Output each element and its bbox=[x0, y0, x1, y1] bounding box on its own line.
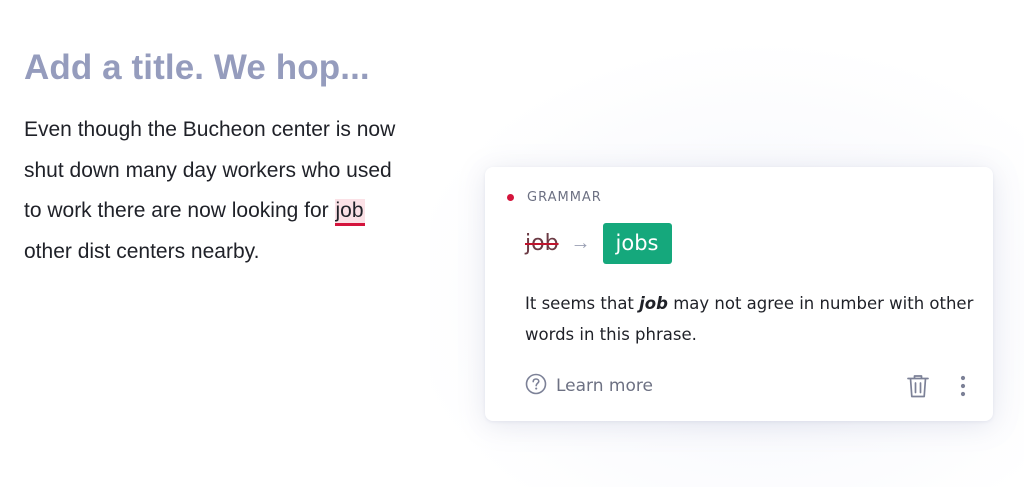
vertical-ellipsis-icon[interactable] bbox=[955, 372, 971, 400]
document-body[interactable]: Even though the Bucheon center is now sh… bbox=[24, 110, 404, 272]
explanation-text-before: It seems that bbox=[525, 294, 640, 313]
error-dot-icon bbox=[507, 194, 514, 201]
original-word: job bbox=[525, 231, 559, 256]
document-title[interactable]: Add a title. We hop... bbox=[24, 44, 424, 92]
card-actions bbox=[905, 372, 971, 400]
body-text-after: other dist centers nearby. bbox=[24, 239, 260, 263]
question-circle-icon bbox=[525, 373, 547, 400]
card-footer: Learn more bbox=[525, 372, 971, 400]
trash-icon[interactable] bbox=[905, 372, 931, 400]
explanation-word: job bbox=[639, 294, 668, 313]
category-label: GRAMMAR bbox=[527, 190, 602, 205]
flagged-word-highlight[interactable]: job bbox=[334, 199, 365, 226]
learn-more-button[interactable]: Learn more bbox=[525, 373, 653, 400]
suggestion-explanation: It seems that job may not agree in numbe… bbox=[525, 288, 975, 350]
suggestion-card: GRAMMAR job → jobs It seems that job may… bbox=[485, 167, 993, 421]
document-editor[interactable]: Add a title. We hop... Even though the B… bbox=[24, 44, 424, 272]
replacement-row: job → jobs bbox=[525, 223, 672, 264]
arrow-right-icon: → bbox=[570, 232, 591, 254]
suggestion-category: GRAMMAR bbox=[507, 190, 602, 205]
learn-more-label: Learn more bbox=[556, 376, 653, 396]
accept-suggestion-button[interactable]: jobs bbox=[602, 223, 672, 264]
